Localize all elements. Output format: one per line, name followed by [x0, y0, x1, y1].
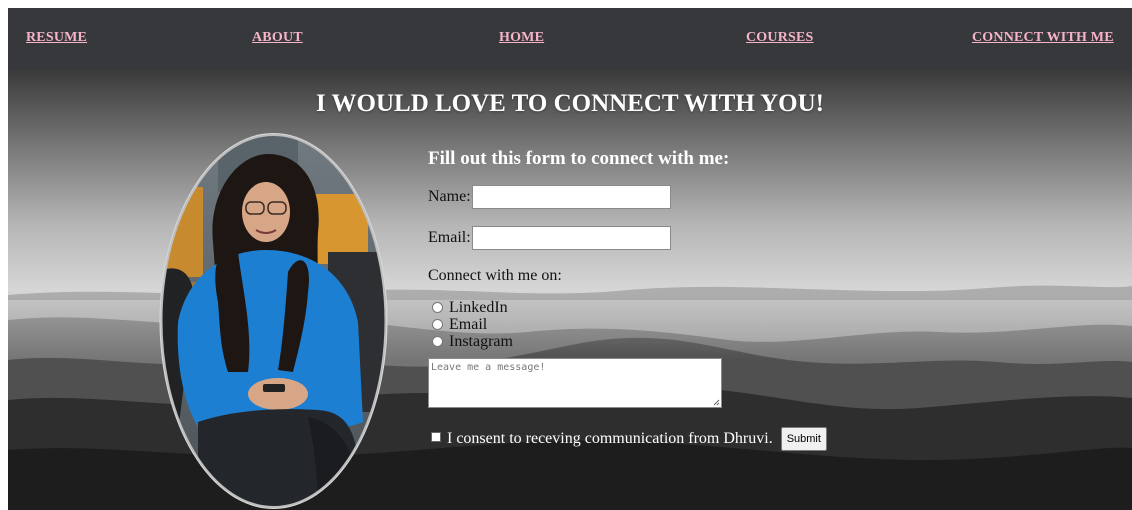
nav-link-resume[interactable]: RESUME — [26, 30, 87, 46]
radio-button[interactable] — [432, 301, 443, 313]
resize-handle-icon[interactable] — [713, 399, 720, 406]
radio-option-linkedin[interactable]: LinkedIn — [432, 300, 508, 316]
radio-label: Instagram — [449, 333, 513, 350]
radio-option-email[interactable]: Email — [432, 317, 487, 333]
email-label: Email: — [428, 229, 471, 246]
form-heading: Fill out this form to connect with me: — [428, 148, 730, 169]
profile-photo — [159, 133, 388, 509]
radio-label: LinkedIn — [449, 299, 508, 316]
consent-checkbox[interactable] — [431, 432, 441, 443]
name-label: Name: — [428, 188, 471, 205]
page-title: I WOULD LOVE TO CONNECT WITH YOU! — [316, 90, 824, 117]
message-placeholder: Leave me a message! — [431, 362, 546, 373]
radio-button[interactable] — [432, 318, 443, 330]
nav-link-courses[interactable]: COURSES — [746, 30, 814, 46]
hero-section: I WOULD LOVE TO CONNECT WITH YOU! Fill o… — [8, 70, 1132, 510]
submit-button[interactable]: Submit — [780, 427, 827, 451]
navbar: RESUME ABOUT HOME COURSES CONNECT WITH M… — [8, 8, 1132, 72]
radio-label: Email — [449, 316, 488, 333]
page: RESUME ABOUT HOME COURSES CONNECT WITH M… — [8, 8, 1132, 510]
email-field[interactable] — [472, 226, 671, 250]
nav-link-home[interactable]: HOME — [499, 30, 544, 46]
nav-link-connect-with-me[interactable]: CONNECT WITH ME — [972, 30, 1114, 46]
connect-label: Connect with me on: — [428, 267, 562, 284]
consent-label: I consent to receving communication from… — [447, 430, 773, 447]
radio-button[interactable] — [432, 335, 443, 347]
consent-row: I consent to receving communication from… — [431, 427, 827, 452]
nav-link-about[interactable]: ABOUT — [252, 30, 303, 46]
message-textarea[interactable]: Leave me a message! — [428, 358, 722, 408]
radio-option-instagram[interactable]: Instagram — [432, 334, 513, 350]
name-field[interactable] — [472, 185, 671, 209]
